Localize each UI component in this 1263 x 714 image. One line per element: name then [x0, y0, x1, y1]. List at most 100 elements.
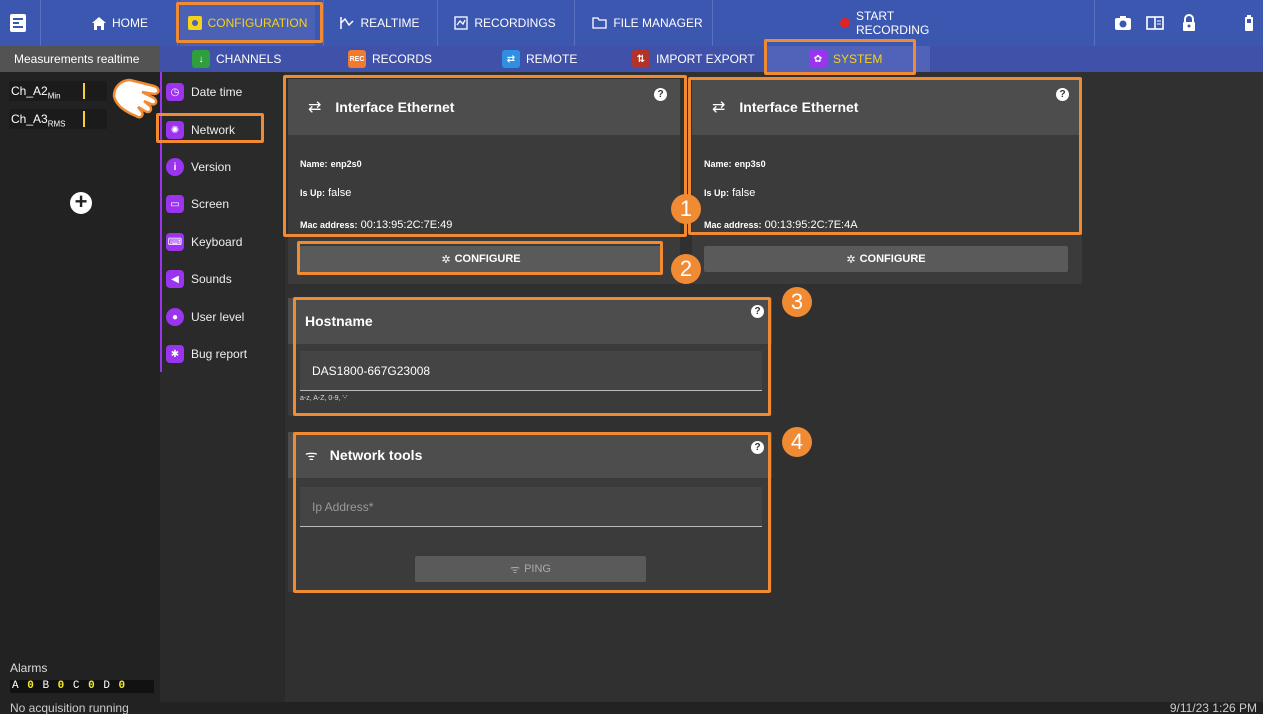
nav-file-manager-label: FILE MANAGER: [613, 16, 703, 30]
system-menu-item-user-level[interactable]: ● User level: [166, 304, 244, 330]
channel-subscript: RMS: [47, 119, 66, 129]
tab-records[interactable]: REC RECORDS: [348, 46, 432, 72]
nav-home-label: HOME: [112, 16, 148, 30]
nav-file-manager[interactable]: FILE MANAGER: [590, 0, 705, 46]
import-export-icon: ⇅: [632, 50, 650, 68]
help-icon[interactable]: ?: [751, 441, 764, 454]
interface-card-1: ⇄ Interface Ethernet ? Name: enp2s0 Is U…: [288, 79, 680, 284]
alarm-value: 0: [27, 680, 35, 692]
system-menu-label: Screen: [191, 197, 230, 211]
alarm-value: 0: [57, 680, 66, 692]
wifi-icon: ᯤ: [510, 563, 521, 576]
book-icon[interactable]: [1146, 14, 1164, 32]
ping-button[interactable]: ᯤ PING: [415, 556, 646, 582]
system-menu-label: Sounds: [191, 272, 232, 286]
interface-is-up: Is Up: false: [300, 187, 351, 199]
system-menu-item-keyboard[interactable]: ⌨ Keyboard: [166, 229, 242, 255]
annotation-marker: 3: [782, 287, 812, 317]
alarm-letter: A: [12, 680, 20, 692]
camera-icon[interactable]: [1114, 14, 1132, 32]
system-menu-item-screen[interactable]: ▭ Screen: [166, 191, 229, 217]
folder-icon: [592, 17, 607, 29]
gear-icon: ✿: [809, 50, 827, 68]
menu-icon[interactable]: [10, 14, 26, 32]
user-icon: ●: [166, 308, 184, 326]
hostname-input[interactable]: DAS1800-667G23008: [300, 351, 762, 391]
interface-mac-value: 00:13:95:2C:7E:49: [360, 219, 453, 231]
nav-recordings-label: RECORDINGS: [474, 16, 556, 30]
interface-card-2: ⇄ Interface Ethernet ? Name: enp3s0 Is U…: [692, 79, 1082, 284]
nav-realtime-label: REALTIME: [360, 16, 420, 30]
nav-recordings[interactable]: RECORDINGS: [450, 0, 560, 46]
interface-mac: Mac address: 00:13:95:2C:7E:49: [300, 219, 452, 231]
ip-address-input[interactable]: Ip Address*: [300, 487, 762, 527]
annotation-marker: 1: [671, 194, 701, 224]
system-menu-label: Bug report: [191, 347, 248, 361]
alarm-value: 0: [118, 680, 127, 692]
system-menu: ◷ Date time ✺ Network i Version ▭ Screen ⌨ Ke…: [160, 72, 285, 702]
hand-pointer-icon: [112, 78, 160, 119]
status-bar: No acquisition running 9/11/23 1:26 PM: [0, 702, 1263, 714]
nav-home[interactable]: HOME: [70, 0, 170, 46]
network-tools-title: Network tools: [329, 447, 423, 463]
interface-title: Interface Ethernet: [335, 99, 455, 115]
remote-icon: ⇄: [502, 50, 520, 68]
alarm-letter: D: [103, 680, 111, 692]
tab-remote[interactable]: ⇄ REMOTE: [502, 46, 577, 72]
nav-realtime[interactable]: REALTIME: [330, 0, 430, 46]
tab-channels[interactable]: ↓ CHANNELS: [192, 46, 281, 72]
channel-item-ch-a3[interactable]: Ch_A3RMS: [8, 108, 108, 130]
start-recording-button[interactable]: START RECORDING: [840, 0, 970, 46]
measurements-panel: Measurements realtime Ch_A2Min Ch_A3RMS …: [0, 46, 160, 702]
interface-up-value: false: [328, 187, 352, 199]
interface-mac-label: Mac address:: [300, 220, 358, 230]
ping-label: PING: [524, 563, 551, 575]
system-menu-item-bug-report[interactable]: ✱ Bug report: [166, 341, 247, 367]
nav-configuration[interactable]: CONFIGURATION: [180, 0, 315, 46]
hostname-hint: a-z, A-Z, 0-9, '-': [300, 395, 348, 402]
interface-name-label: Name:: [300, 159, 328, 169]
help-icon[interactable]: ?: [1056, 88, 1069, 101]
configure-button[interactable]: ✲ CONFIGURE: [704, 246, 1068, 272]
tab-remote-label: REMOTE: [526, 52, 578, 66]
gear-icon: ✲: [846, 253, 856, 266]
tab-import-export-label: IMPORT EXPORT: [656, 52, 755, 66]
configure-button[interactable]: ✲ CONFIGURE: [300, 246, 662, 272]
interface-mac-value: 00:13:95:2C:7E:4A: [764, 219, 858, 231]
configuration-icon: [187, 16, 202, 30]
nav-configuration-label: CONFIGURATION: [207, 16, 308, 30]
channel-name: Ch_A3: [11, 112, 48, 126]
battery-icon: [1245, 15, 1253, 31]
gear-icon: ✲: [441, 253, 451, 266]
network-tools-card: ᯤ Network tools ? Ip Address* ᯤ PING: [288, 432, 772, 592]
interface-up-label: Is Up:: [300, 188, 326, 198]
help-icon[interactable]: ?: [751, 305, 764, 318]
channel-item-ch-a2[interactable]: Ch_A2Min: [8, 80, 108, 102]
datetime-status: 9/11/23 1:26 PM: [1169, 702, 1257, 714]
help-icon[interactable]: ?: [654, 88, 667, 101]
alarm-value: 0: [88, 680, 96, 692]
hostname-card-header: Hostname: [288, 298, 772, 344]
tab-import-export[interactable]: ⇅ IMPORT EXPORT: [632, 46, 755, 72]
system-menu-label: Date time: [191, 85, 243, 99]
interface-up-label: Is Up:: [704, 188, 730, 198]
tab-system-label: SYSTEM: [833, 52, 883, 66]
system-menu-item-date-time[interactable]: ◷ Date time: [166, 79, 242, 105]
add-channel-button[interactable]: +: [70, 191, 92, 214]
system-menu-item-version[interactable]: i Version: [166, 154, 231, 180]
wifi-icon: ᯤ: [305, 446, 318, 463]
configure-label: CONFIGURE: [454, 253, 521, 265]
tab-system[interactable]: ✿ SYSTEM: [765, 46, 931, 72]
system-menu-item-network[interactable]: ✺ Network: [166, 117, 235, 143]
channel-color-bar: [83, 83, 85, 99]
system-menu-item-sounds[interactable]: ◀ Sounds: [166, 266, 232, 292]
transfer-icon: ⇄: [308, 99, 322, 116]
interface-mac: Mac address: 00:13:95:2C:7E:4A: [704, 219, 858, 231]
hostname-value: DAS1800-667G23008: [312, 363, 431, 378]
ip-address-placeholder: Ip Address*: [312, 499, 374, 514]
lock-icon[interactable]: [1180, 14, 1198, 32]
channel-name: Ch_A2: [11, 84, 48, 98]
realtime-icon: [340, 17, 354, 29]
interface-card-header: ⇄ Interface Ethernet: [692, 79, 1082, 135]
bug-icon: ✱: [166, 345, 184, 363]
